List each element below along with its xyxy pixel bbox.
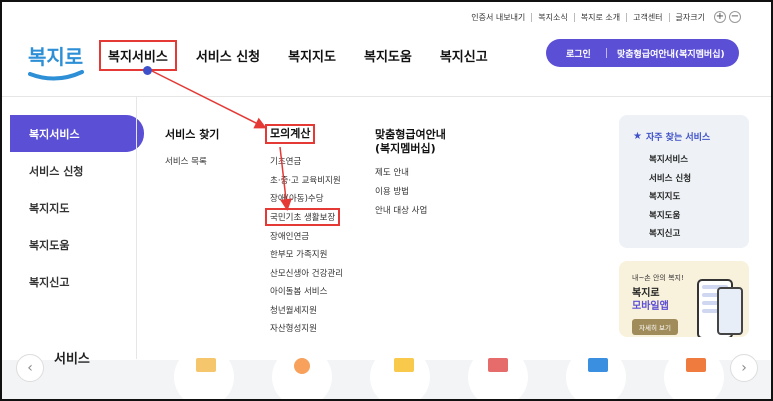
- membership-button[interactable]: 맞춤형급여안내(복지멤버십): [617, 47, 725, 60]
- calc-disability-allowance[interactable]: 장애(아동)수당: [270, 192, 324, 204]
- carousel-item[interactable]: [468, 347, 528, 399]
- account-pill: 로그인 맞춤형급여안내(복지멤버십): [546, 39, 739, 67]
- page-frame: 인증서 내보내기 복지소식 복지로 소개 고객센터 글자크기 + − 복지로 복…: [0, 0, 773, 401]
- carousel-item-icon: [196, 358, 216, 372]
- favorite-item[interactable]: 복지신고: [649, 227, 680, 239]
- favorites-title: ★ 자주 찾는 서비스: [633, 130, 710, 143]
- utility-bar: 인증서 내보내기 복지소식 복지로 소개 고객센터 글자크기 + −: [465, 11, 741, 23]
- side-item-welfare-report[interactable]: 복지신고: [10, 263, 144, 300]
- service-list-link[interactable]: 서비스 목록: [165, 155, 207, 167]
- calc-child-care[interactable]: 아이돌봄 서비스: [270, 285, 327, 297]
- carousel-item[interactable]: [370, 347, 430, 399]
- carousel-item[interactable]: [272, 347, 332, 399]
- favorite-item[interactable]: 복지지도: [649, 190, 680, 202]
- pill-divider: [606, 48, 607, 58]
- col-membership-title: 맞춤형급여안내 (복지멤버십): [375, 128, 446, 156]
- bokjiro-logo[interactable]: 복지로: [26, 36, 86, 84]
- star-icon: ★: [633, 131, 642, 142]
- carousel-item-icon: [294, 358, 310, 374]
- app-detail-button[interactable]: 자세히 보기: [632, 319, 678, 335]
- side-item-welfare-help[interactable]: 복지도움: [10, 226, 144, 263]
- carousel-item-icon: [394, 358, 414, 372]
- carousel-next-icon[interactable]: ›: [730, 354, 758, 382]
- carousel-item[interactable]: [566, 347, 626, 399]
- side-item-welfare-map[interactable]: 복지지도: [10, 189, 144, 226]
- mega-side-menu: 복지서비스 서비스 신청 복지지도 복지도움 복지신고: [10, 115, 144, 300]
- nav-welfare-help[interactable]: 복지도움: [355, 40, 421, 71]
- calc-maternity-care[interactable]: 산모신생아 건강관리: [270, 267, 343, 279]
- carousel-item[interactable]: [664, 347, 724, 399]
- zoom-out-icon[interactable]: −: [729, 11, 741, 23]
- mega-menu-divider: [136, 97, 137, 359]
- calc-education-support[interactable]: 초·중·고 교육비지원: [270, 174, 341, 186]
- membership-target-link[interactable]: 안내 대상 사업: [375, 204, 427, 216]
- calc-basic-pension[interactable]: 기초연금: [270, 155, 301, 167]
- side-item-service-apply[interactable]: 서비스 신청: [10, 152, 144, 189]
- carousel-item-icon: [488, 358, 508, 372]
- favorite-item[interactable]: 복지서비스: [649, 153, 688, 165]
- col-simulation-title[interactable]: 모의계산: [265, 124, 316, 144]
- customer-center-link[interactable]: 고객센터: [626, 12, 668, 22]
- nav-service-apply[interactable]: 서비스 신청: [187, 40, 269, 71]
- export-certificate-link[interactable]: 인증서 내보내기: [465, 13, 531, 22]
- carousel-prev-icon[interactable]: ‹: [16, 354, 44, 382]
- carousel-item[interactable]: [174, 347, 234, 399]
- col-service-search-title: 서비스 찾기: [165, 128, 220, 141]
- carousel-item-icon: [588, 358, 608, 372]
- active-nav-indicator: [143, 66, 152, 75]
- welfare-news-link[interactable]: 복지소식: [531, 12, 573, 22]
- about-link[interactable]: 복지로 소개: [573, 12, 626, 22]
- col-membership-title-line1: 맞춤형급여안내: [375, 128, 446, 141]
- calc-youth-rent[interactable]: 청년월세지원: [270, 304, 317, 316]
- app-tagline: 내~손 안의 복지!: [632, 274, 684, 282]
- calc-disability-pension[interactable]: 장애인연금: [270, 230, 309, 242]
- membership-howto-link[interactable]: 이용 방법: [375, 185, 409, 197]
- nav-welfare-service[interactable]: 복지서비스: [99, 40, 177, 71]
- col-membership-title-line2: (복지멤버십): [375, 142, 436, 155]
- font-size-label: 글자크기: [668, 12, 711, 22]
- phone-illustration-2: [717, 287, 743, 335]
- app-subtitle: 모바일앱: [632, 301, 669, 312]
- membership-guide-link[interactable]: 제도 안내: [375, 166, 409, 178]
- favorite-item[interactable]: 복지도움: [649, 209, 680, 221]
- favorite-item[interactable]: 서비스 신청: [649, 172, 691, 184]
- side-item-welfare-service[interactable]: 복지서비스: [10, 115, 144, 152]
- zoom-in-icon[interactable]: +: [714, 11, 726, 23]
- nav-welfare-map[interactable]: 복지지도: [279, 40, 345, 71]
- favorites-title-text: 자주 찾는 서비스: [645, 133, 711, 143]
- mobile-app-banner[interactable]: 내~손 안의 복지! 복지로 모바일앱 자세히 보기: [619, 261, 749, 337]
- carousel-item-icon: [686, 358, 706, 372]
- nav-welfare-report[interactable]: 복지신고: [431, 40, 497, 71]
- carousel-title: 서비스: [54, 352, 90, 367]
- favorites-panel: ★ 자주 찾는 서비스 복지서비스 서비스 신청 복지지도 복지도움 복지신고: [619, 115, 749, 248]
- calc-single-parent[interactable]: 한부모 가족지원: [270, 248, 327, 260]
- main-nav: 복지서비스 서비스 신청 복지지도 복지도움 복지신고: [99, 40, 507, 71]
- login-button[interactable]: 로그인: [546, 47, 606, 60]
- calc-basic-livelihood[interactable]: 국민기초 생활보장: [265, 208, 341, 226]
- calc-asset-building[interactable]: 자산형성지원: [270, 322, 317, 334]
- svg-text:복지로: 복지로: [28, 45, 83, 69]
